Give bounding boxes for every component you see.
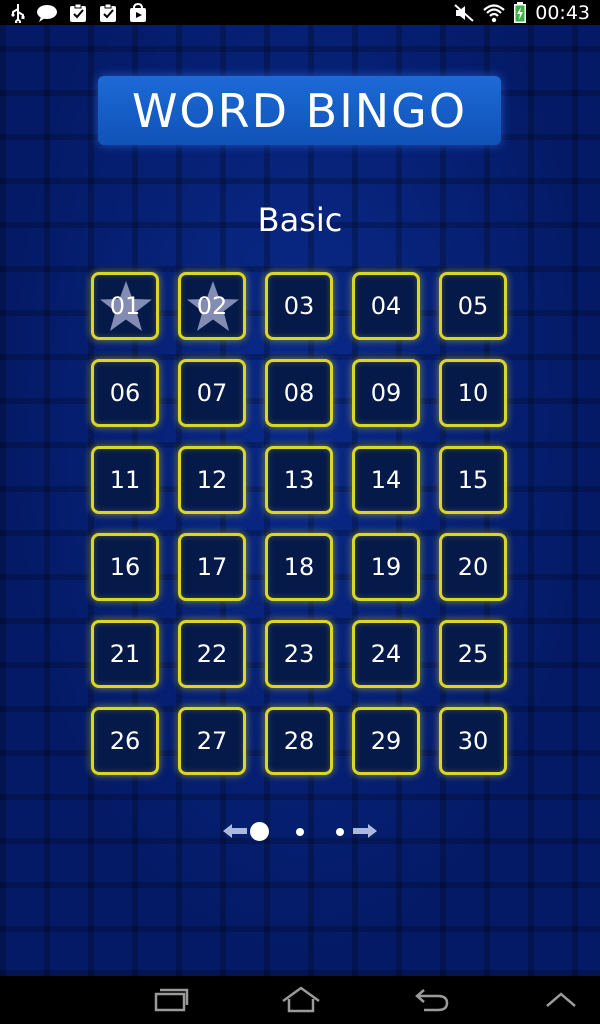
level-button[interactable]: 03: [265, 272, 333, 340]
level-button[interactable]: 21: [91, 620, 159, 688]
recent-apps-icon[interactable]: [153, 986, 189, 1018]
level-button[interactable]: 13: [265, 446, 333, 514]
level-button[interactable]: 28: [265, 707, 333, 775]
status-bar: 00:43: [0, 0, 600, 25]
navigation-bar: [0, 976, 600, 1024]
level-number: 01: [109, 292, 141, 320]
level-button[interactable]: 05: [439, 272, 507, 340]
level-number: 22: [196, 640, 228, 668]
page-indicator[interactable]: [222, 819, 378, 845]
page-dot[interactable]: [296, 828, 304, 836]
level-button[interactable]: 14: [352, 446, 420, 514]
level-button[interactable]: 19: [352, 533, 420, 601]
level-button[interactable]: 30: [439, 707, 507, 775]
level-number: 29: [370, 727, 402, 755]
level-number: 25: [457, 640, 489, 668]
up-chevron-icon[interactable]: [545, 990, 577, 1014]
usb-icon: [10, 3, 26, 23]
level-number: 26: [109, 727, 141, 755]
home-icon[interactable]: [281, 986, 321, 1018]
play-store-icon: [128, 3, 148, 23]
wifi-icon: [483, 3, 505, 23]
level-number: 21: [109, 640, 141, 668]
level-number: 24: [370, 640, 402, 668]
level-button[interactable]: 18: [265, 533, 333, 601]
level-button[interactable]: 07: [178, 359, 246, 427]
level-number: 13: [283, 466, 315, 494]
level-button[interactable]: 22: [178, 620, 246, 688]
level-button[interactable]: 17: [178, 533, 246, 601]
level-number: 28: [283, 727, 315, 755]
level-button[interactable]: 02: [178, 272, 246, 340]
level-number: 04: [370, 292, 402, 320]
level-number: 02: [196, 292, 228, 320]
level-category-title: Basic: [257, 201, 343, 239]
chat-bubble-icon: [36, 3, 58, 23]
level-number: 09: [370, 379, 402, 407]
level-number: 07: [196, 379, 228, 407]
level-number: 20: [457, 553, 489, 581]
level-button[interactable]: 16: [91, 533, 159, 601]
level-number: 18: [283, 553, 315, 581]
level-button[interactable]: 11: [91, 446, 159, 514]
level-number: 27: [196, 727, 228, 755]
clipboard-check-icon: [68, 3, 88, 23]
level-button[interactable]: 04: [352, 272, 420, 340]
notification-icons: [10, 3, 148, 23]
back-icon[interactable]: [414, 986, 450, 1018]
level-number: 03: [283, 292, 315, 320]
battery-charging-icon: [513, 2, 527, 24]
page-dot-active[interactable]: [250, 822, 269, 841]
level-button[interactable]: 10: [439, 359, 507, 427]
level-grid: 01 02 03 04 05 06 07 08 09 10 11 12 13 14 15 16 17 18 19 20…: [91, 272, 511, 775]
clock: 00:43: [535, 1, 590, 24]
level-number: 17: [196, 553, 228, 581]
level-button[interactable]: 06: [91, 359, 159, 427]
level-button[interactable]: 08: [265, 359, 333, 427]
system-status-icons: 00:43: [453, 2, 590, 24]
level-number: 08: [283, 379, 315, 407]
level-number: 30: [457, 727, 489, 755]
level-number: 12: [196, 466, 228, 494]
level-button[interactable]: 27: [178, 707, 246, 775]
level-button[interactable]: 01: [91, 272, 159, 340]
title-banner: WORD BINGO: [98, 76, 501, 145]
clipboard-check-icon: [98, 3, 118, 23]
page-dot[interactable]: [336, 828, 344, 836]
level-button[interactable]: 24: [352, 620, 420, 688]
level-button[interactable]: 26: [91, 707, 159, 775]
level-button[interactable]: 12: [178, 446, 246, 514]
app-title: WORD BINGO: [131, 83, 468, 138]
level-button[interactable]: 15: [439, 446, 507, 514]
game-screen: WORD BINGO Basic 01 02 03 04 05 06 07 08 09 10 11 1…: [0, 25, 600, 976]
level-number: 05: [457, 292, 489, 320]
level-button[interactable]: 09: [352, 359, 420, 427]
mute-icon: [453, 3, 475, 23]
left-arrow-icon[interactable]: [222, 821, 248, 845]
level-number: 14: [370, 466, 402, 494]
level-number: 15: [457, 466, 489, 494]
level-number: 16: [109, 553, 141, 581]
level-number: 11: [109, 466, 141, 494]
level-number: 06: [109, 379, 141, 407]
level-button[interactable]: 29: [352, 707, 420, 775]
level-number: 10: [457, 379, 489, 407]
right-arrow-icon[interactable]: [352, 821, 378, 845]
level-number: 23: [283, 640, 315, 668]
level-button[interactable]: 23: [265, 620, 333, 688]
level-button[interactable]: 25: [439, 620, 507, 688]
level-button[interactable]: 20: [439, 533, 507, 601]
level-number: 19: [370, 553, 402, 581]
